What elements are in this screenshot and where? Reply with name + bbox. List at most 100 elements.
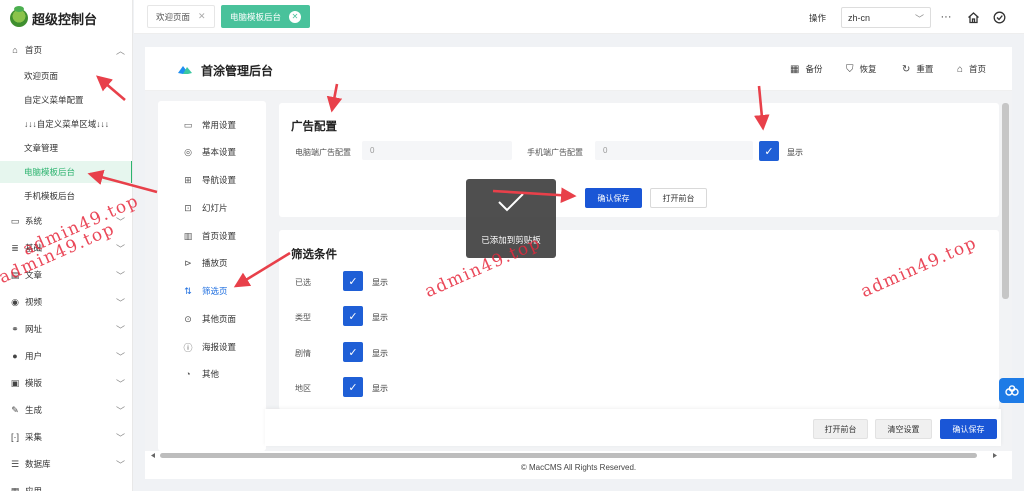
logo-text: 超级控制台	[32, 11, 98, 27]
check-icon: ✓	[348, 275, 358, 288]
sidebar-item-label: 采集	[25, 432, 43, 442]
check-circle-icon[interactable]	[992, 10, 1006, 24]
check-icon: ✓	[348, 346, 358, 359]
sidebar-subitem-welcome[interactable]: 欢迎页面	[0, 65, 132, 87]
close-icon[interactable]: ✕	[198, 11, 206, 22]
homepage-button[interactable]: ⌂ 首页	[957, 63, 986, 75]
home-icon: ⌂	[957, 63, 964, 75]
sidebar-item-user[interactable]: ● 用户 ﹀	[0, 345, 132, 367]
settings-item-play[interactable]: ⊳ 播放页	[182, 256, 228, 270]
settings-item-filter[interactable]: ⇅ 筛选页	[182, 284, 228, 298]
sidebar-item-generate[interactable]: ✎ 生成 ﹀	[0, 399, 132, 421]
filter-row-label: 剧情	[295, 349, 311, 358]
sidebar-item-label: 应用	[25, 486, 43, 491]
code-icon: [·]	[11, 432, 19, 442]
confirm-save-button[interactable]: 确认保存	[585, 188, 642, 208]
panel-header	[145, 47, 1012, 91]
link-circles-icon	[1004, 384, 1019, 396]
chevron-down-icon: ﹀	[115, 352, 125, 362]
bottom-confirm-save-button[interactable]: 确认保存	[940, 419, 997, 439]
check-icon: ✓	[348, 310, 358, 323]
brand-logo-icon	[178, 66, 192, 74]
sidebar-subitem-label: 电脑模板后台	[24, 167, 76, 177]
home-icon: ⌂	[12, 45, 18, 55]
filter-row-label: 已选	[295, 278, 311, 287]
sidebar-subitem-articles[interactable]: 文章管理	[0, 137, 132, 159]
sidebar-subitem-label: ↓↓↓自定义菜单区域↓↓↓	[24, 119, 110, 129]
restore-button[interactable]: ⛉ 恢复	[846, 63, 877, 75]
horizontal-scroll-thumb[interactable]	[160, 453, 977, 458]
sidebar-subitem-custom-area[interactable]: ↓↓↓自定义菜单区域↓↓↓	[0, 113, 132, 135]
sidebar-item-video[interactable]: ◉ 视频 ﹀	[0, 291, 132, 313]
logo-icon	[10, 6, 28, 27]
pc-ad-value: 0	[370, 146, 375, 155]
sidebar-subitem-custom-menu[interactable]: 自定义菜单配置	[0, 89, 132, 111]
tab-label: 电脑模板后台	[230, 11, 282, 22]
template-icon: ▣	[10, 377, 20, 388]
backup-label: 备份	[805, 64, 823, 74]
settings-item-nav[interactable]: ⊞ 导航设置	[182, 173, 236, 187]
clear-settings-button[interactable]: 清空设置	[875, 419, 932, 439]
filter-row-label: 类型	[295, 313, 311, 322]
restore-label: 恢复	[859, 64, 877, 74]
pc-ad-input[interactable]: 0	[362, 141, 512, 160]
sidebar-item-template[interactable]: ▣ 模版 ﹀	[0, 372, 132, 394]
info-icon: ⓘ	[183, 342, 193, 353]
mobile-ad-label: 手机端广告配置	[527, 148, 583, 157]
calendar-icon: ▦	[790, 63, 800, 75]
pc-ad-label: 电脑端广告配置	[295, 148, 351, 157]
logo[interactable]: 超级控制台	[0, 0, 132, 36]
pen-icon: ✎	[11, 404, 19, 415]
layers-icon: ≣	[11, 242, 19, 253]
slides-icon: ⊡	[184, 202, 192, 213]
settings-item-home[interactable]: ▥ 首页设置	[182, 229, 236, 243]
settings-item-common[interactable]: ▭ 常用设置	[182, 118, 236, 132]
filter-region-checkbox[interactable]: ✓	[343, 377, 363, 397]
bottom-open-frontend-button[interactable]: 打开前台	[813, 419, 868, 439]
sidebar-item-collect[interactable]: [·] 采集 ﹀	[0, 426, 132, 448]
mobile-ad-value: 0	[603, 146, 608, 155]
sidebar-subitem-pc-template[interactable]: 电脑模板后台	[0, 161, 132, 183]
more-icon[interactable]: ···	[939, 10, 953, 24]
settings-item-basic[interactable]: ◎ 基本设置	[182, 145, 236, 159]
close-icon[interactable]: ✕	[289, 10, 302, 23]
sidebar-subitem-label: 文章管理	[24, 143, 59, 153]
sidebar-item-url[interactable]: ⚭ 网址 ﹀	[0, 318, 132, 340]
monitor-icon: ▭	[183, 119, 193, 130]
sidebar-item-app[interactable]: ▦ 应用	[0, 480, 132, 491]
filter-show-label: 显示	[372, 349, 388, 358]
floating-tool-button[interactable]	[999, 378, 1024, 403]
settings-item-slides[interactable]: ⊡ 幻灯片	[182, 201, 227, 215]
home-icon[interactable]	[966, 10, 980, 24]
settings-item-poster[interactable]: ⓘ 海报设置	[182, 340, 236, 354]
settings-item-label: 播放页	[202, 258, 228, 268]
settings-item-other[interactable]: ◔ 其他	[182, 367, 219, 381]
chevron-down-icon: ﹀	[115, 298, 125, 308]
copyright-text: © MacCMS All Rights Reserved.	[520, 463, 637, 472]
mobile-ad-input[interactable]: 0	[595, 141, 753, 160]
open-frontend-button[interactable]: 打开前台	[650, 188, 707, 208]
reset-button[interactable]: ↻ 重置	[902, 63, 933, 75]
chevron-down-icon: ﹀	[115, 325, 125, 335]
sidebar-item-database[interactable]: ☰ 数据库 ﹀	[0, 453, 132, 475]
filter-type-checkbox[interactable]: ✓	[343, 306, 363, 326]
backup-button[interactable]: ▦ 备份	[790, 63, 822, 75]
settings-item-label: 筛选页	[202, 286, 228, 296]
settings-item-label: 其他	[202, 369, 220, 379]
filter-show-label: 显示	[372, 278, 388, 287]
show-ad-checkbox[interactable]: ✓	[759, 141, 779, 161]
language-select[interactable]: zh-cn ﹀	[841, 7, 931, 28]
link-icon: ⚭	[11, 323, 19, 334]
sidebar-item-home[interactable]: ⌂ 首页 ︿	[0, 39, 132, 61]
tab-welcome[interactable]: 欢迎页面 ✕	[147, 5, 215, 28]
vertical-scroll-thumb[interactable]	[1002, 103, 1009, 299]
play-icon: ⊳	[184, 257, 192, 268]
chevron-down-icon: ﹀	[115, 433, 125, 443]
sidebar-item-label: 视频	[25, 297, 43, 307]
settings-item-other-pages[interactable]: ⊙ 其他页面	[182, 312, 236, 326]
tab-pc-template[interactable]: 电脑模板后台 ✕	[221, 5, 311, 28]
settings-item-label: 常用设置	[202, 120, 237, 130]
filter-selected-checkbox[interactable]: ✓	[343, 271, 363, 291]
play-circle-icon: ◉	[11, 296, 19, 307]
filter-plot-checkbox[interactable]: ✓	[343, 342, 363, 362]
